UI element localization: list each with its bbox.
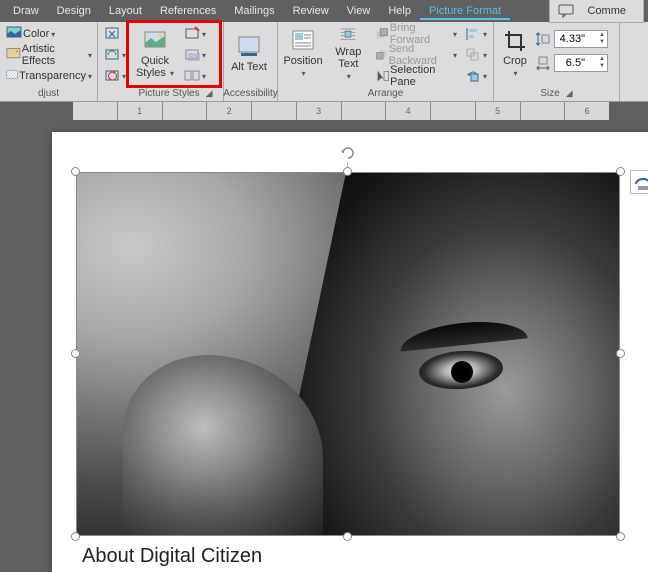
menu-references[interactable]: References bbox=[151, 2, 225, 20]
selection-pane-icon bbox=[375, 68, 389, 84]
chevron-down-icon: ▾ bbox=[483, 30, 487, 39]
align-button[interactable]: ▾ bbox=[462, 24, 490, 44]
document-area[interactable]: About Digital Citizen bbox=[0, 120, 648, 568]
menu-layout[interactable]: Layout bbox=[100, 2, 151, 20]
chevron-down-icon: ▾ bbox=[170, 69, 174, 78]
chevron-down-icon: ▾ bbox=[51, 30, 55, 39]
chevron-down-icon: ▾ bbox=[88, 72, 92, 81]
compress-pictures-button[interactable] bbox=[101, 24, 129, 44]
selected-image[interactable] bbox=[76, 172, 620, 536]
position-icon bbox=[291, 29, 315, 53]
ribbon: Color▾ Artistic Effects▾ Transparency▾ d… bbox=[0, 22, 648, 102]
wrap-text-button[interactable]: Wrap Text▾ bbox=[327, 24, 370, 84]
chevron-down-icon: ▾ bbox=[347, 72, 351, 81]
width-icon bbox=[535, 55, 551, 71]
chevron-down-icon: ▾ bbox=[202, 72, 206, 81]
chevron-down-icon: ▾ bbox=[122, 51, 126, 60]
rotate-button[interactable]: ▾ bbox=[462, 66, 490, 86]
rotate-handle[interactable] bbox=[339, 144, 357, 162]
artistic-icon bbox=[6, 47, 21, 63]
chevron-down-icon: ▾ bbox=[88, 51, 92, 60]
color-button[interactable]: Color▾ bbox=[3, 24, 95, 44]
transparency-icon bbox=[6, 68, 18, 84]
artistic-effects-button[interactable]: Artistic Effects▾ bbox=[3, 45, 95, 65]
bring-forward-icon bbox=[375, 26, 389, 42]
position-button[interactable]: Position▾ bbox=[281, 24, 325, 84]
image-frame bbox=[76, 172, 620, 536]
chevron-down-icon: ▾ bbox=[122, 72, 126, 81]
menu-help[interactable]: Help bbox=[379, 2, 420, 20]
image-content bbox=[77, 173, 619, 535]
group-accessibility: Alt Text Accessibility bbox=[224, 22, 278, 101]
menu-picture-format[interactable]: Picture Format bbox=[420, 2, 510, 20]
group-label-adjust: djust bbox=[3, 87, 94, 101]
border-icon bbox=[184, 26, 200, 42]
effects-icon bbox=[184, 47, 200, 63]
resize-handle-mr[interactable] bbox=[616, 349, 625, 358]
group-size: Crop▾ ▲▼ ▲▼ Size◢ bbox=[494, 22, 620, 101]
comments-button[interactable]: Comme bbox=[549, 0, 644, 23]
group-button[interactable]: ▾ bbox=[462, 45, 490, 65]
reset-picture-button[interactable]: ▾ bbox=[101, 66, 129, 86]
resize-handle-tr[interactable] bbox=[616, 167, 625, 176]
selection-pane-button[interactable]: Selection Pane bbox=[372, 66, 460, 86]
send-backward-icon bbox=[375, 47, 388, 63]
reset-icon bbox=[104, 68, 120, 84]
layout-options-icon bbox=[634, 174, 648, 190]
rotate-icon bbox=[465, 68, 481, 84]
chevron-down-icon: ▾ bbox=[513, 69, 517, 78]
caption-text[interactable]: About Digital Citizen bbox=[82, 545, 262, 568]
height-icon bbox=[535, 31, 551, 47]
layout-icon bbox=[184, 68, 200, 84]
group-adjust: Color▾ Artistic Effects▾ Transparency▾ d… bbox=[0, 22, 98, 101]
wrap-icon bbox=[336, 26, 360, 44]
change-picture-icon bbox=[104, 47, 120, 63]
width-input[interactable]: ▲▼ bbox=[554, 54, 608, 72]
resize-handle-bl[interactable] bbox=[71, 532, 80, 541]
group-picture-styles: Quick Styles ▾ ▾ ▾ ▾ Picture Styles◢ bbox=[128, 22, 224, 101]
menu-mailings[interactable]: Mailings bbox=[225, 2, 283, 20]
color-icon bbox=[6, 26, 22, 42]
ruler-scale: 1 2 3 4 5 6 bbox=[73, 102, 609, 120]
height-input[interactable]: ▲▼ bbox=[554, 30, 608, 48]
crop-icon bbox=[503, 29, 527, 53]
group-arrange: Position▾ Wrap Text▾ Bring Forward▾ Send… bbox=[278, 22, 494, 101]
picture-layout-button[interactable]: ▾ bbox=[181, 66, 209, 86]
ruler[interactable]: 1 2 3 4 5 6 bbox=[0, 102, 648, 120]
dialog-launcher[interactable]: ◢ bbox=[566, 88, 573, 99]
transparency-button[interactable]: Transparency▾ bbox=[3, 66, 95, 86]
quick-styles-button[interactable]: Quick Styles ▾ bbox=[131, 24, 179, 84]
resize-handle-bm[interactable] bbox=[343, 532, 352, 541]
bring-forward-button[interactable]: Bring Forward▾ bbox=[372, 24, 460, 44]
compress-icon bbox=[104, 26, 120, 42]
comment-icon bbox=[558, 3, 574, 19]
send-backward-button[interactable]: Send Backward▾ bbox=[372, 45, 460, 65]
menu-draw[interactable]: Draw bbox=[4, 2, 48, 20]
group-icon bbox=[465, 47, 481, 63]
crop-button[interactable]: Crop▾ bbox=[497, 24, 533, 84]
picture-effects-button[interactable]: ▾ bbox=[181, 45, 209, 65]
group-adjust-extra: ▾ ▾ bbox=[98, 22, 128, 101]
alt-text-icon bbox=[237, 35, 261, 59]
dialog-launcher[interactable]: ◢ bbox=[206, 88, 213, 99]
align-icon bbox=[465, 26, 481, 42]
page[interactable]: About Digital Citizen bbox=[52, 132, 648, 572]
chevron-down-icon: ▾ bbox=[483, 72, 487, 81]
quick-styles-icon bbox=[143, 29, 167, 53]
resize-handle-br[interactable] bbox=[616, 532, 625, 541]
menu-bar: Draw Design Layout References Mailings R… bbox=[0, 0, 648, 22]
change-picture-button[interactable]: ▾ bbox=[101, 45, 129, 65]
chevron-down-icon: ▾ bbox=[202, 30, 206, 39]
layout-options-button[interactable] bbox=[630, 170, 648, 194]
chevron-down-icon: ▾ bbox=[302, 69, 306, 78]
resize-handle-tm[interactable] bbox=[343, 167, 352, 176]
chevron-down-icon: ▾ bbox=[202, 51, 206, 60]
menu-design[interactable]: Design bbox=[48, 2, 100, 20]
menu-review[interactable]: Review bbox=[284, 2, 338, 20]
menu-view[interactable]: View bbox=[338, 2, 380, 20]
alt-text-button[interactable]: Alt Text bbox=[227, 24, 271, 84]
resize-handle-tl[interactable] bbox=[71, 167, 80, 176]
picture-border-button[interactable]: ▾ bbox=[181, 24, 209, 44]
resize-handle-ml[interactable] bbox=[71, 349, 80, 358]
